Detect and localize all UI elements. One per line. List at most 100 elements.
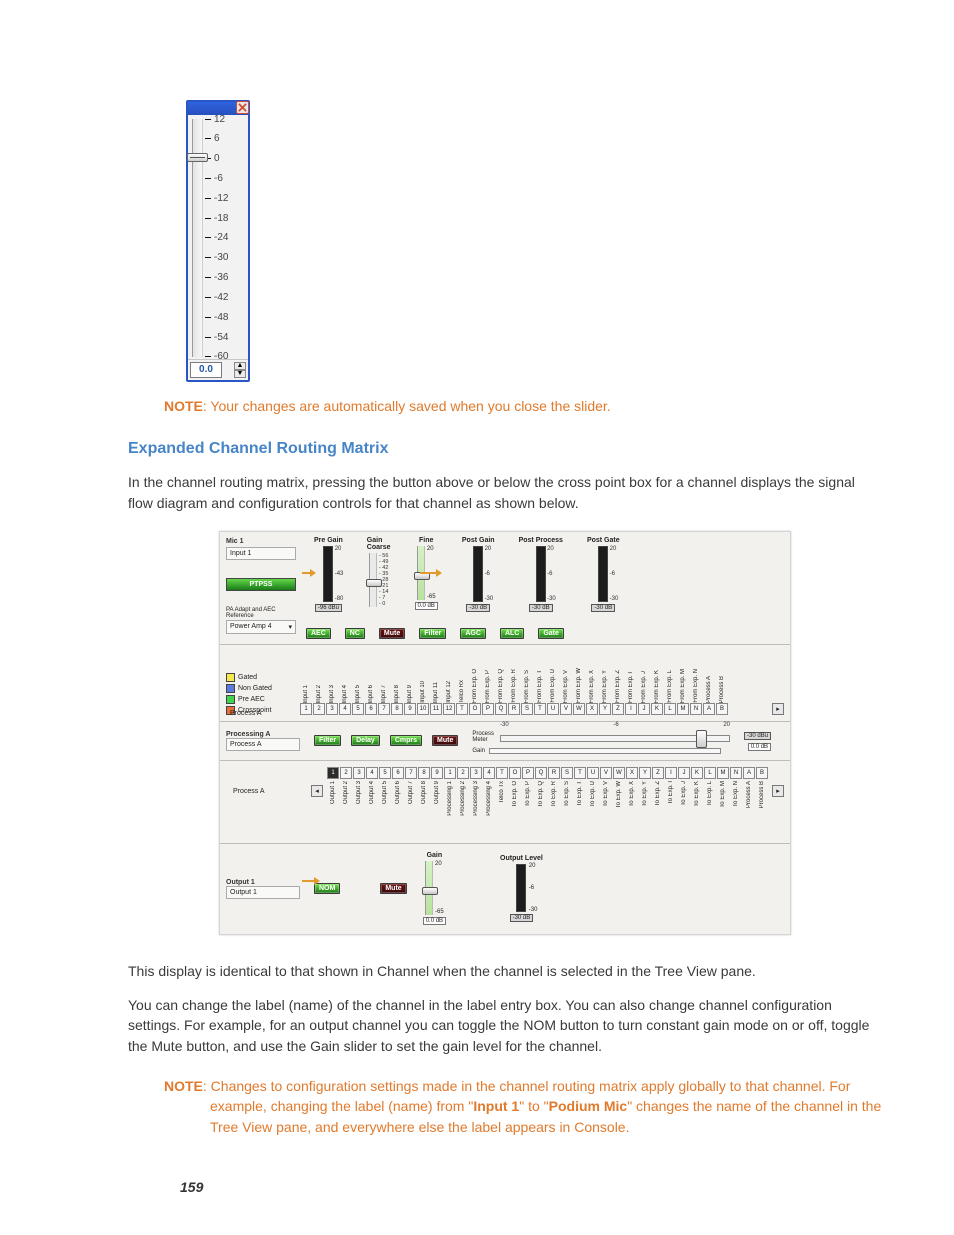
crosspoint-cell[interactable]: Q: [495, 703, 507, 715]
agc-button[interactable]: AGC: [460, 628, 486, 639]
crosspoint-cell[interactable]: K: [691, 767, 703, 779]
crosspoint-cell[interactable]: L: [664, 703, 676, 715]
scroll-right-icon[interactable]: ▸: [772, 785, 784, 797]
output-gain-slider[interactable]: Gain 20-65 0.0 dB: [421, 850, 448, 927]
gain-spin[interactable]: ▲ ▼: [234, 362, 246, 378]
delay-button[interactable]: Delay: [351, 735, 380, 746]
gain-coarse-slider[interactable]: Gain Coarse - 56- 49- 42- 35- 28- 21- 14…: [365, 535, 393, 614]
filter-button[interactable]: Filter: [419, 628, 446, 639]
ptt-button[interactable]: PTPSS: [226, 578, 296, 591]
crosspoint-cell[interactable]: X: [586, 703, 598, 715]
mute-button[interactable]: Mute: [432, 735, 458, 746]
crosspoint-cell[interactable]: X: [626, 767, 638, 779]
crosspoint-cell[interactable]: 8: [391, 703, 403, 715]
crosspoint-cell[interactable]: L: [704, 767, 716, 779]
crosspoint-cell[interactable]: P: [482, 703, 494, 715]
crosspoint-cell[interactable]: Y: [599, 703, 611, 715]
scroll-left-icon[interactable]: ◂: [311, 785, 323, 797]
crosspoint-cell[interactable]: M: [717, 767, 729, 779]
crosspoint-cell[interactable]: 3: [353, 767, 365, 779]
cmprs-button[interactable]: Cmprs: [390, 735, 422, 746]
processing-name-field[interactable]: Process A: [226, 738, 300, 751]
spin-up-icon[interactable]: ▲: [234, 362, 246, 370]
crosspoint-cell[interactable]: V: [600, 767, 612, 779]
crosspoint-cell[interactable]: J: [638, 703, 650, 715]
crosspoint-cell[interactable]: Q: [535, 767, 547, 779]
crosspoint-cell[interactable]: B: [756, 767, 768, 779]
gate-button[interactable]: Gate: [538, 628, 564, 639]
crosspoint-cell[interactable]: 11: [430, 703, 442, 715]
crosspoint-cell[interactable]: W: [573, 703, 585, 715]
filter-button[interactable]: Filter: [314, 735, 341, 746]
crosspoint-cell[interactable]: 6: [392, 767, 404, 779]
crosspoint-cell[interactable]: A: [703, 703, 715, 715]
crosspoint-cell[interactable]: 2: [340, 767, 352, 779]
output-name-field[interactable]: Output 1: [226, 886, 300, 899]
crosspoint-cell[interactable]: U: [547, 703, 559, 715]
crosspoint-cell[interactable]: J: [678, 767, 690, 779]
crosspoint-cell[interactable]: 7: [378, 703, 390, 715]
mute-button[interactable]: Mute: [379, 628, 405, 639]
gain-slider-track[interactable]: [192, 119, 203, 357]
close-icon[interactable]: [236, 101, 249, 114]
crosspoint-cell[interactable]: 3: [326, 703, 338, 715]
crosspoint-cell[interactable]: 9: [431, 767, 443, 779]
crosspoint-cell[interactable]: B: [716, 703, 728, 715]
crosspoint-cell[interactable]: A: [743, 767, 755, 779]
crosspoint-cell[interactable]: T: [456, 703, 468, 715]
crosspoint-cell[interactable]: Y: [639, 767, 651, 779]
alc-button[interactable]: ALC: [500, 628, 524, 639]
crosspoint-cell[interactable]: 3: [470, 767, 482, 779]
crosspoint-cell[interactable]: P: [522, 767, 534, 779]
crosspoint-cell[interactable]: R: [548, 767, 560, 779]
crosspoint-cell[interactable]: 4: [483, 767, 495, 779]
crosspoint-cell[interactable]: R: [508, 703, 520, 715]
crosspoint-cell[interactable]: W: [613, 767, 625, 779]
process-gain-value[interactable]: 0.0 dB: [748, 743, 771, 751]
crosspoint-cell[interactable]: O: [509, 767, 521, 779]
crosspoint-cell[interactable]: I: [665, 767, 677, 779]
crosspoint-cell[interactable]: N: [730, 767, 742, 779]
crosspoint-cell[interactable]: M: [677, 703, 689, 715]
crosspoint-cell[interactable]: 12: [443, 703, 455, 715]
crosspoint-cell[interactable]: 7: [405, 767, 417, 779]
nc-button[interactable]: NC: [345, 628, 365, 639]
crosspoint-cell[interactable]: 5: [352, 703, 364, 715]
spin-down-icon[interactable]: ▼: [234, 370, 246, 378]
crosspoint-cell[interactable]: 1: [444, 767, 456, 779]
slider-titlebar[interactable]: [188, 102, 248, 115]
crosspoint-cell[interactable]: 6: [365, 703, 377, 715]
process-gain-slider[interactable]: -30-620: [500, 728, 730, 746]
crosspoint-cell[interactable]: O: [469, 703, 481, 715]
crosspoint-cell[interactable]: U: [587, 767, 599, 779]
crosspoint-cell[interactable]: 1: [327, 767, 339, 779]
crosspoint-cell[interactable]: T: [574, 767, 586, 779]
gain-value-field[interactable]: 0.0: [190, 362, 222, 378]
crosspoint-cell[interactable]: Z: [652, 767, 664, 779]
crosspoint-cell[interactable]: 1: [300, 703, 312, 715]
crosspoint-cell[interactable]: 2: [313, 703, 325, 715]
crosspoint-cell[interactable]: K: [651, 703, 663, 715]
crosspoint-cell[interactable]: T: [496, 767, 508, 779]
crosspoint-cell[interactable]: 5: [379, 767, 391, 779]
crosspoint-cell[interactable]: 4: [366, 767, 378, 779]
crosspoint-cell[interactable]: V: [560, 703, 572, 715]
crosspoint-cell[interactable]: 9: [404, 703, 416, 715]
nom-button[interactable]: NOM: [314, 883, 340, 894]
crosspoint-cell[interactable]: I: [625, 703, 637, 715]
scroll-right-icon[interactable]: ▸: [772, 703, 784, 715]
crosspoint-cell[interactable]: 10: [417, 703, 429, 715]
input-name-field[interactable]: Input 1: [226, 547, 296, 560]
mute-button[interactable]: Mute: [380, 883, 406, 894]
crosspoint-cell[interactable]: 4: [339, 703, 351, 715]
gain-slider-thumb[interactable]: [187, 153, 208, 162]
crosspoint-cell[interactable]: Z: [612, 703, 624, 715]
crosspoint-cell[interactable]: S: [561, 767, 573, 779]
crosspoint-cell[interactable]: N: [690, 703, 702, 715]
aec-button[interactable]: AEC: [306, 628, 331, 639]
crosspoint-cell[interactable]: T: [534, 703, 546, 715]
crosspoint-cell[interactable]: 8: [418, 767, 430, 779]
crosspoint-cell[interactable]: S: [521, 703, 533, 715]
crosspoint-cell[interactable]: 2: [457, 767, 469, 779]
pa-reference-dropdown[interactable]: Power Amp 4 ▾: [226, 620, 296, 634]
